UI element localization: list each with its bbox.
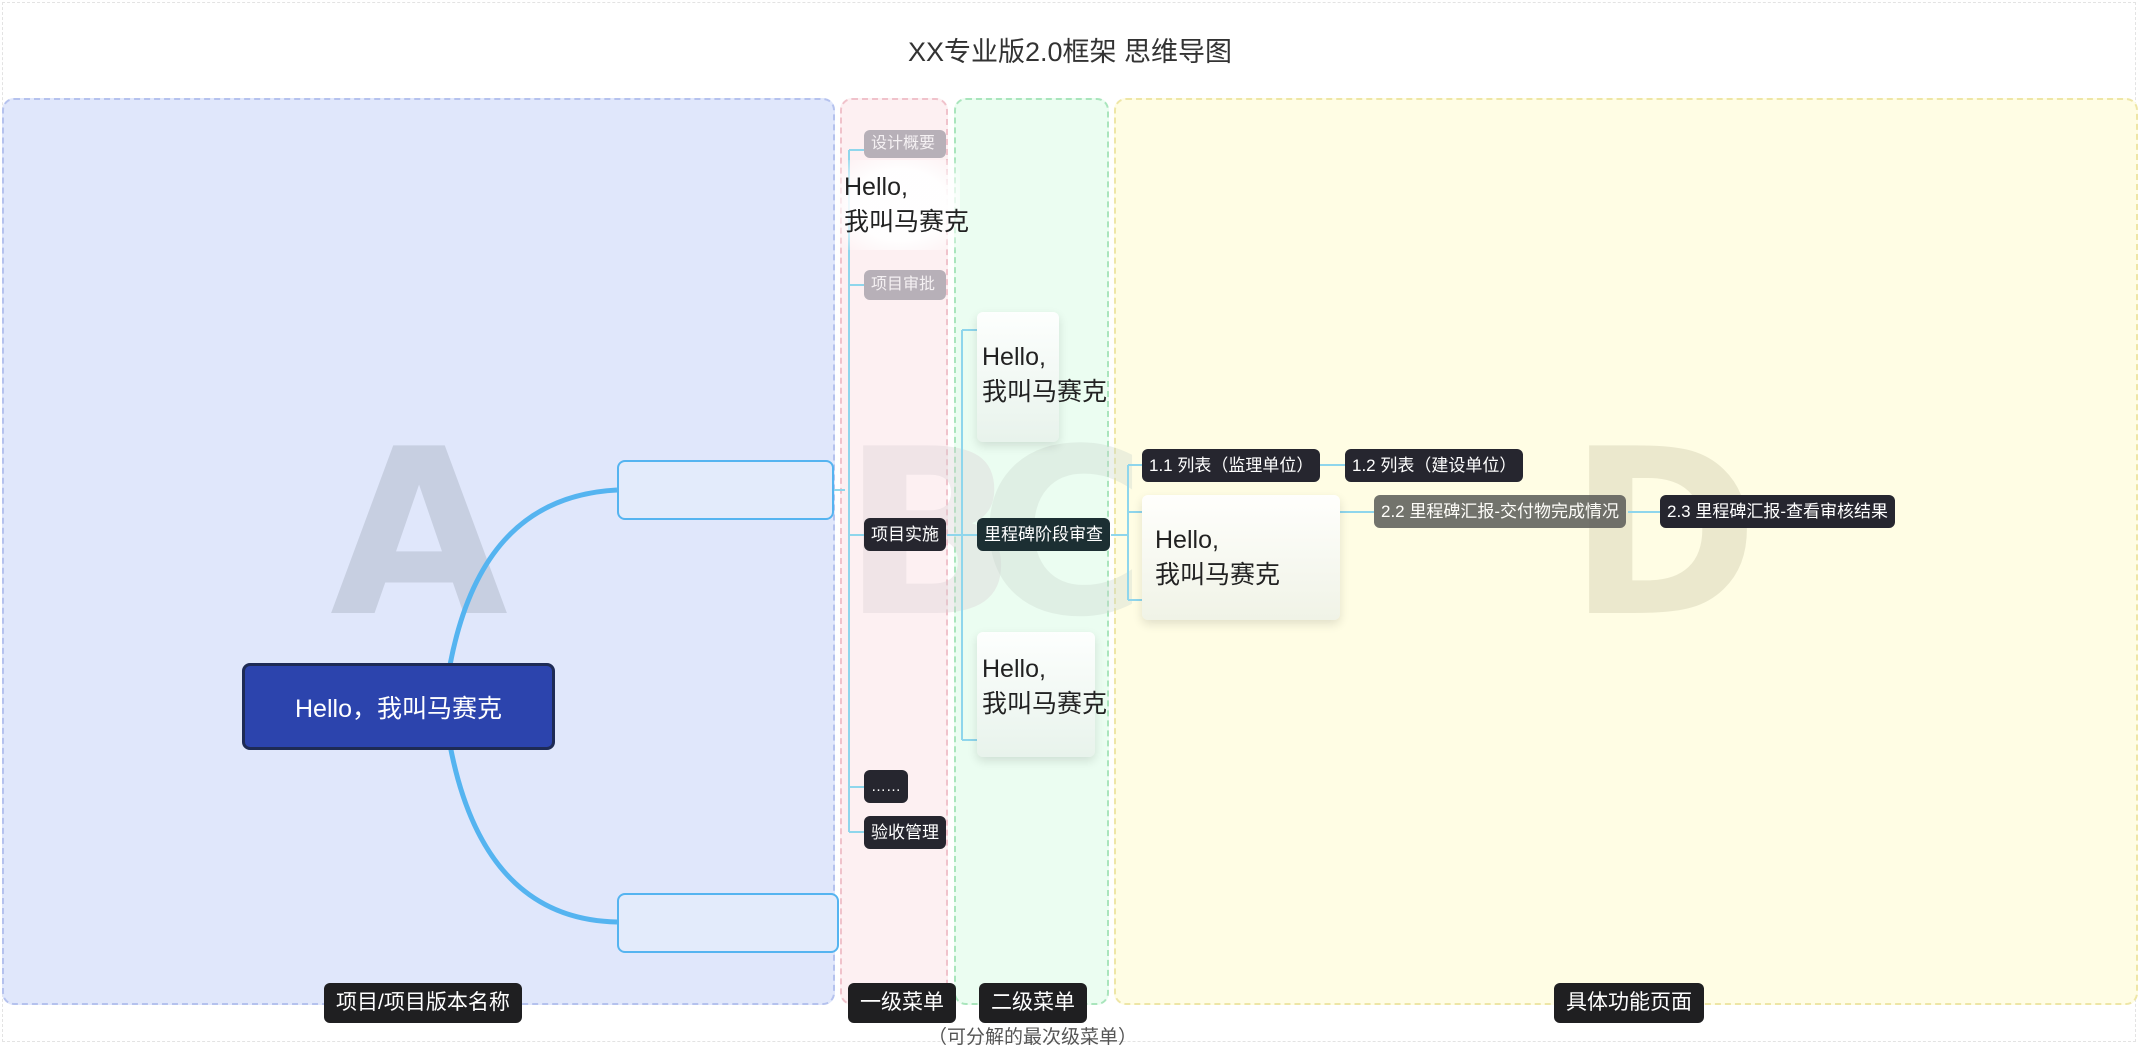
bracket-level1 (832, 149, 864, 833)
label-project-name: 项目/项目版本名称 (324, 983, 522, 1023)
label-level2-menu: 二级菜单 (979, 983, 1087, 1023)
node-more[interactable]: …… (864, 770, 908, 803)
branch-node-lower[interactable] (617, 893, 839, 953)
branch-curve-upper (447, 487, 618, 666)
bracket-level3 (1127, 464, 1142, 601)
mosaic-text-level1: Hello, 我叫马赛克 (840, 160, 969, 250)
bracket-level2 (961, 329, 977, 741)
node-list-supervision[interactable]: 1.1 列表（监理单位） (1142, 449, 1321, 482)
node-milestone-review[interactable]: 里程碑阶段审查 (977, 518, 1110, 551)
node-project-implementation[interactable]: 项目实施 (864, 518, 946, 551)
branch-curve-lower (447, 744, 618, 925)
node-list-construction[interactable]: 1.2 列表（建设单位） (1345, 449, 1524, 482)
label-feature-page: 具体功能页面 (1554, 983, 1704, 1023)
node-acceptance-management[interactable]: 验收管理 (864, 816, 946, 849)
node-project-approval[interactable]: 项目审批 (864, 270, 946, 300)
node-deliverables-report[interactable]: 2.2 里程碑汇报-交付物完成情况 (1374, 495, 1627, 528)
label-level1-menu: 一级菜单 (848, 983, 956, 1023)
node-review-results[interactable]: 2.3 里程碑汇报-查看审核结果 (1660, 495, 1896, 528)
branch-node-upper[interactable] (617, 460, 834, 520)
node-design-summary[interactable]: 设计概要 (864, 130, 946, 158)
mosaic-text-level2-upper: Hello, 我叫马赛克 (982, 343, 1108, 406)
mosaic-text-level3: Hello, 我叫马赛克 (1155, 526, 1281, 589)
mosaic-text-level2-lower: Hello, 我叫马赛克 (982, 655, 1108, 718)
footnote-lowest-menu: （可分解的最次级菜单） (927, 1027, 1137, 1048)
central-topic-node[interactable]: Hello，我叫马赛克 (242, 663, 555, 750)
